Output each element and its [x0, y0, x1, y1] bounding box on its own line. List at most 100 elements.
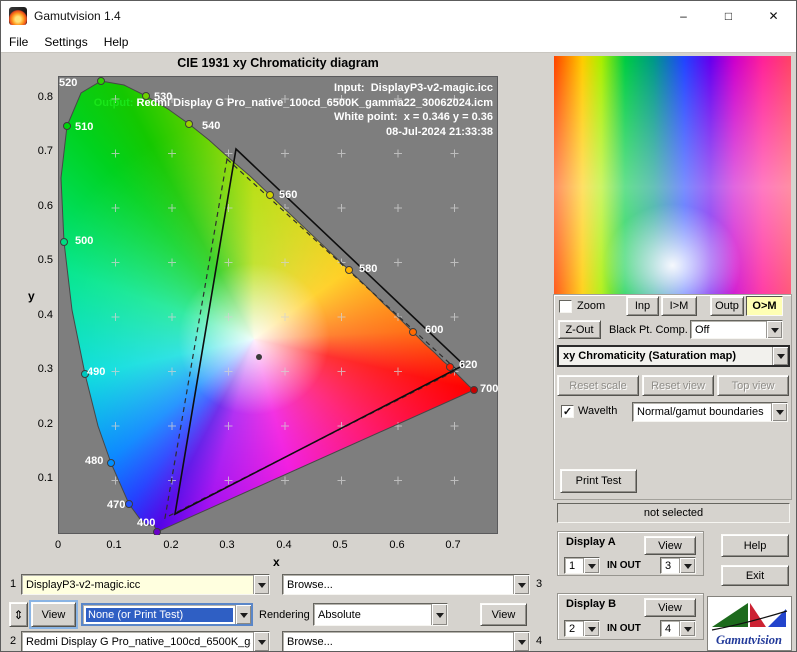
chevron-down-icon	[518, 583, 526, 592]
chevron-down-icon	[436, 613, 444, 622]
dropdown-button[interactable]	[679, 621, 695, 636]
dropdown-button[interactable]	[766, 321, 782, 338]
wavelength-label: 560	[279, 189, 297, 201]
wavelth-checkbox[interactable]: ✓	[561, 405, 574, 418]
top-view-button[interactable]: Top view	[717, 375, 789, 396]
display-a-view-button[interactable]: View	[644, 536, 696, 555]
dropdown-button[interactable]	[513, 632, 529, 651]
dropdown-button[interactable]	[253, 632, 269, 651]
wavelth-label: Wavelth	[578, 405, 617, 417]
view-mode-select[interactable]: xy Chromaticity (Saturation map)	[557, 345, 790, 367]
outp-button[interactable]: Outp	[710, 296, 744, 316]
dropdown-button[interactable]	[513, 575, 529, 594]
wavelength-label: 400	[137, 517, 155, 529]
y-tick: 0.4	[23, 309, 53, 321]
app-window: Gamutvision 1.4 – □ ✕ File Settings Help…	[0, 0, 797, 652]
i-to-m-button[interactable]: I>M	[661, 296, 697, 316]
chevron-down-icon	[518, 640, 526, 649]
chevron-down-icon	[240, 613, 248, 622]
wavelength-marker	[471, 387, 478, 394]
boundaries-select[interactable]: Normal/gamut boundaries	[632, 402, 788, 422]
slot-4-label: 4	[536, 635, 542, 647]
minimize-button[interactable]: –	[661, 1, 706, 31]
swap-profiles-button[interactable]: ⇕	[9, 602, 28, 627]
x-tick: 0.3	[215, 539, 239, 551]
reset-scale-button[interactable]: Reset scale	[557, 375, 639, 396]
y-tick: 0.7	[23, 145, 53, 157]
browse-2-select[interactable]: Browse...	[282, 631, 530, 652]
gamutvision-logo: Gamutvision	[707, 596, 792, 651]
o-to-m-button[interactable]: O>M	[746, 296, 783, 316]
dropdown-button[interactable]	[235, 605, 251, 624]
rendering-label: Rendering	[259, 609, 310, 621]
wavelength-label: 700	[480, 383, 498, 395]
dropdown-button[interactable]	[772, 347, 788, 365]
view-main-button[interactable]: View	[31, 602, 76, 627]
reset-view-button[interactable]: Reset view	[642, 375, 714, 396]
output-profile-select[interactable]: Redmi Display G Pro_native_100cd_6500K_g…	[21, 631, 270, 652]
slot-1-label: 1	[10, 578, 16, 590]
menu-help[interactable]: Help	[96, 32, 137, 52]
wavelength-label: 470	[107, 499, 125, 511]
main-content: CIE 1931 xy Chromaticity diagram	[1, 53, 796, 652]
display-b-out-select[interactable]: 4	[660, 620, 696, 637]
display-a-inout-label: IN OUT	[607, 560, 641, 571]
chevron-down-icon	[777, 354, 785, 363]
print-test-button[interactable]: Print Test	[560, 469, 637, 493]
zoom-label: Zoom	[577, 300, 605, 312]
titlebar: Gamutvision 1.4 – □ ✕	[1, 1, 796, 31]
wavelength-marker	[447, 364, 454, 371]
x-tick: 0.4	[272, 539, 296, 551]
dropdown-button[interactable]	[771, 403, 787, 421]
dropdown-button[interactable]	[431, 604, 447, 625]
input-value: DisplayP3-v2-magic.icc	[371, 82, 493, 94]
x-tick: 0.2	[159, 539, 183, 551]
view-secondary-button[interactable]: View	[480, 603, 527, 626]
z-out-button[interactable]: Z-Out	[558, 320, 601, 339]
rendering-intent-select[interactable]: Absolute	[313, 603, 448, 626]
wavelength-label: 580	[359, 263, 377, 275]
chevron-down-icon	[258, 640, 266, 649]
wavelength-marker	[61, 239, 68, 246]
close-button[interactable]: ✕	[751, 1, 796, 31]
inp-button[interactable]: Inp	[626, 296, 659, 316]
x-tick: 0.1	[102, 539, 126, 551]
display-b-in-select[interactable]: 2	[564, 620, 600, 637]
white-point-label: White point:	[334, 111, 398, 123]
display-b-view-button[interactable]: View	[644, 598, 696, 617]
wavelength-marker	[154, 529, 161, 536]
saturation-map-preview	[554, 56, 791, 294]
display-a-group: Display A View 1 IN OUT 3	[557, 531, 704, 576]
help-button[interactable]: Help	[721, 534, 789, 557]
menu-file[interactable]: File	[1, 32, 36, 52]
y-tick: 0.6	[23, 200, 53, 212]
exit-button[interactable]: Exit	[721, 565, 789, 586]
slot-3-label: 3	[536, 578, 542, 590]
menu-settings[interactable]: Settings	[36, 32, 95, 52]
chevron-down-icon	[684, 564, 692, 573]
wavelength-label: 600	[425, 324, 443, 336]
black-pt-comp-select[interactable]: Off	[690, 320, 783, 339]
display-a-title: Display A	[566, 536, 616, 548]
x-tick: 0.5	[328, 539, 352, 551]
dropdown-button[interactable]	[253, 575, 269, 594]
test-pattern-select[interactable]: None (or Print Test)	[81, 603, 253, 626]
display-b-title: Display B	[566, 598, 616, 610]
maximize-button[interactable]: □	[706, 1, 751, 31]
chromaticity-plot: 520 530 510 540 500 560 580 490 600 620 …	[58, 76, 498, 534]
browse-1-select[interactable]: Browse...	[282, 574, 530, 595]
dropdown-button[interactable]	[583, 621, 599, 636]
plot-overlay	[59, 77, 499, 535]
zoom-checkbox[interactable]	[559, 300, 572, 313]
output-label: Output:	[94, 97, 134, 109]
slot-2-label: 2	[10, 635, 16, 647]
input-profile-select[interactable]: DisplayP3-v2-magic.icc	[21, 574, 270, 595]
display-a-out-select[interactable]: 3	[660, 557, 696, 574]
y-tick: 0.5	[23, 254, 53, 266]
dropdown-button[interactable]	[583, 558, 599, 573]
display-b-inout-label: IN OUT	[607, 623, 641, 634]
display-a-in-select[interactable]: 1	[564, 557, 600, 574]
wavelength-marker	[410, 329, 417, 336]
white-point-marker	[256, 354, 262, 360]
dropdown-button[interactable]	[679, 558, 695, 573]
